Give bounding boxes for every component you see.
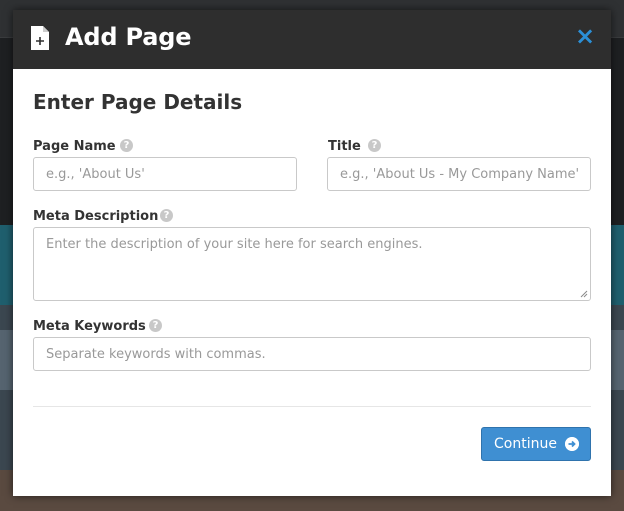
title-label: Title <box>328 139 361 154</box>
meta-description-help-icon[interactable]: ? <box>160 209 173 222</box>
meta-keywords-help-icon[interactable]: ? <box>149 319 162 332</box>
meta-description-label: Meta Description <box>33 209 159 224</box>
close-icon[interactable]: × <box>575 24 595 48</box>
section-title: Enter Page Details <box>33 90 243 114</box>
document-add-icon <box>31 26 49 50</box>
meta-description-placeholder: Enter the description of your site here … <box>46 237 423 252</box>
page-name-help-icon[interactable]: ? <box>120 139 133 152</box>
modal-header: Add Page × <box>13 10 611 69</box>
page-name-label: Page Name <box>33 139 116 154</box>
add-page-modal: Add Page × Enter Page Details Page Name … <box>13 10 611 496</box>
title-input[interactable]: e.g., 'About Us - My Company Name' <box>327 157 591 191</box>
title-help-icon[interactable]: ? <box>368 139 381 152</box>
arrow-circle-right-icon <box>565 437 579 451</box>
continue-label: Continue <box>494 436 557 452</box>
meta-keywords-input[interactable]: Separate keywords with commas. <box>33 337 591 371</box>
meta-keywords-label: Meta Keywords <box>33 319 146 334</box>
footer-divider <box>33 406 591 407</box>
continue-button[interactable]: Continue <box>481 427 591 461</box>
resize-grip-icon[interactable] <box>580 290 588 298</box>
modal-title: Add Page <box>65 23 192 51</box>
meta-description-textarea[interactable]: Enter the description of your site here … <box>33 227 591 301</box>
page-name-input[interactable]: e.g., 'About Us' <box>33 157 297 191</box>
